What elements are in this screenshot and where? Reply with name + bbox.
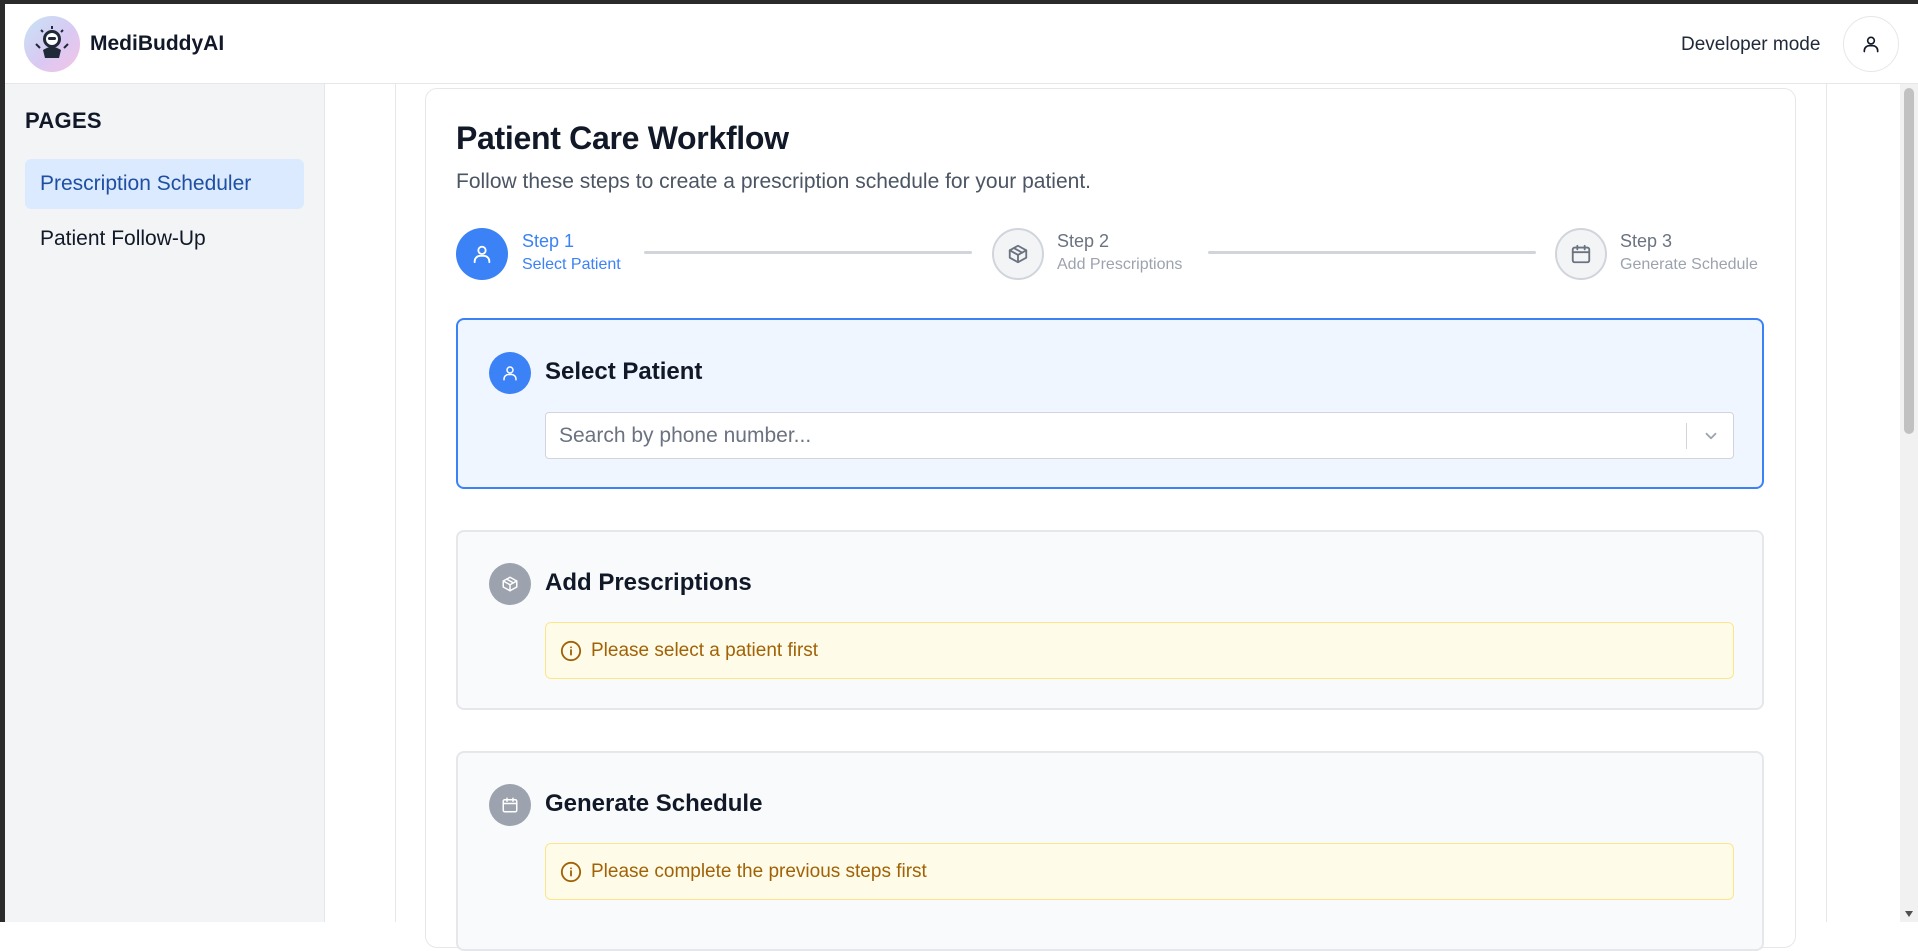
calendar-icon bbox=[502, 797, 518, 813]
step-3-sublabel: Generate Schedule bbox=[1620, 256, 1758, 273]
step-2-label: Step 2 bbox=[1057, 231, 1110, 251]
section-icon bbox=[489, 352, 531, 394]
scroll-thumb[interactable] bbox=[1904, 88, 1914, 434]
dropdown-toggle[interactable] bbox=[1696, 421, 1726, 451]
sidebar-item-label: Prescription Scheduler bbox=[40, 172, 252, 195]
chevron-down-icon bbox=[1705, 432, 1717, 440]
patient-search-input[interactable] bbox=[546, 413, 1686, 458]
notice-text: Please complete the previous steps first bbox=[591, 861, 927, 882]
generate-schedule-section: Generate Schedule Please complete the pr… bbox=[456, 751, 1764, 951]
app-name: MediBuddyAI bbox=[90, 32, 225, 55]
robot-logo-icon bbox=[35, 26, 69, 58]
package-icon bbox=[502, 576, 518, 592]
calendar-icon bbox=[1571, 244, 1591, 264]
info-icon bbox=[560, 640, 582, 662]
sidebar-title: PAGES bbox=[25, 108, 102, 133]
vertical-scrollbar[interactable] bbox=[1900, 84, 1918, 922]
user-icon bbox=[503, 366, 517, 381]
add-prescriptions-section: Add Prescriptions Please select a patien… bbox=[456, 530, 1764, 710]
step-3-label: Step 3 bbox=[1620, 231, 1673, 251]
sidebar-item-label: Patient Follow-Up bbox=[40, 227, 206, 250]
section-icon bbox=[489, 784, 531, 826]
section-icon bbox=[489, 563, 531, 605]
user-menu-button[interactable] bbox=[1843, 16, 1899, 72]
step-2-indicator[interactable] bbox=[992, 228, 1044, 280]
sidebar: PAGES Prescription Scheduler Patient Fol… bbox=[5, 84, 325, 922]
section-title: Add Prescriptions bbox=[545, 569, 752, 596]
page-title: Patient Care Workflow bbox=[456, 120, 789, 156]
step-1-indicator[interactable] bbox=[456, 228, 508, 280]
section-title: Select Patient bbox=[545, 358, 703, 385]
step-3-indicator[interactable] bbox=[1555, 228, 1607, 280]
step-1-label: Step 1 bbox=[522, 231, 575, 251]
sidebar-item-patient-follow-up[interactable]: Patient Follow-Up bbox=[25, 214, 304, 264]
step-connector bbox=[644, 251, 972, 254]
info-icon bbox=[560, 861, 582, 883]
step-2-sublabel: Add Prescriptions bbox=[1057, 256, 1183, 273]
step-connector bbox=[1208, 251, 1536, 254]
page-subtitle: Follow these steps to create a prescript… bbox=[456, 170, 1092, 193]
notice-text: Please select a patient first bbox=[591, 640, 819, 661]
user-icon bbox=[1863, 36, 1879, 53]
warning-notice: Please complete the previous steps first bbox=[545, 843, 1734, 900]
select-patient-section: Select Patient bbox=[456, 318, 1764, 489]
section-title: Generate Schedule bbox=[545, 790, 763, 817]
user-icon bbox=[473, 245, 491, 264]
triangle-down-icon bbox=[1905, 911, 1913, 917]
app-logo[interactable] bbox=[24, 16, 80, 72]
scroll-down-arrow[interactable] bbox=[1900, 906, 1918, 922]
package-icon bbox=[1008, 244, 1028, 264]
developer-mode-label[interactable]: Developer mode bbox=[1681, 34, 1820, 56]
select-divider bbox=[1686, 423, 1687, 449]
step-1-sublabel: Select Patient bbox=[522, 256, 621, 273]
top-header: MediBuddyAI Developer mode bbox=[5, 4, 1918, 84]
sidebar-item-prescription-scheduler[interactable]: Prescription Scheduler bbox=[25, 159, 304, 209]
warning-notice: Please select a patient first bbox=[545, 622, 1734, 679]
patient-search-select[interactable] bbox=[545, 412, 1734, 459]
